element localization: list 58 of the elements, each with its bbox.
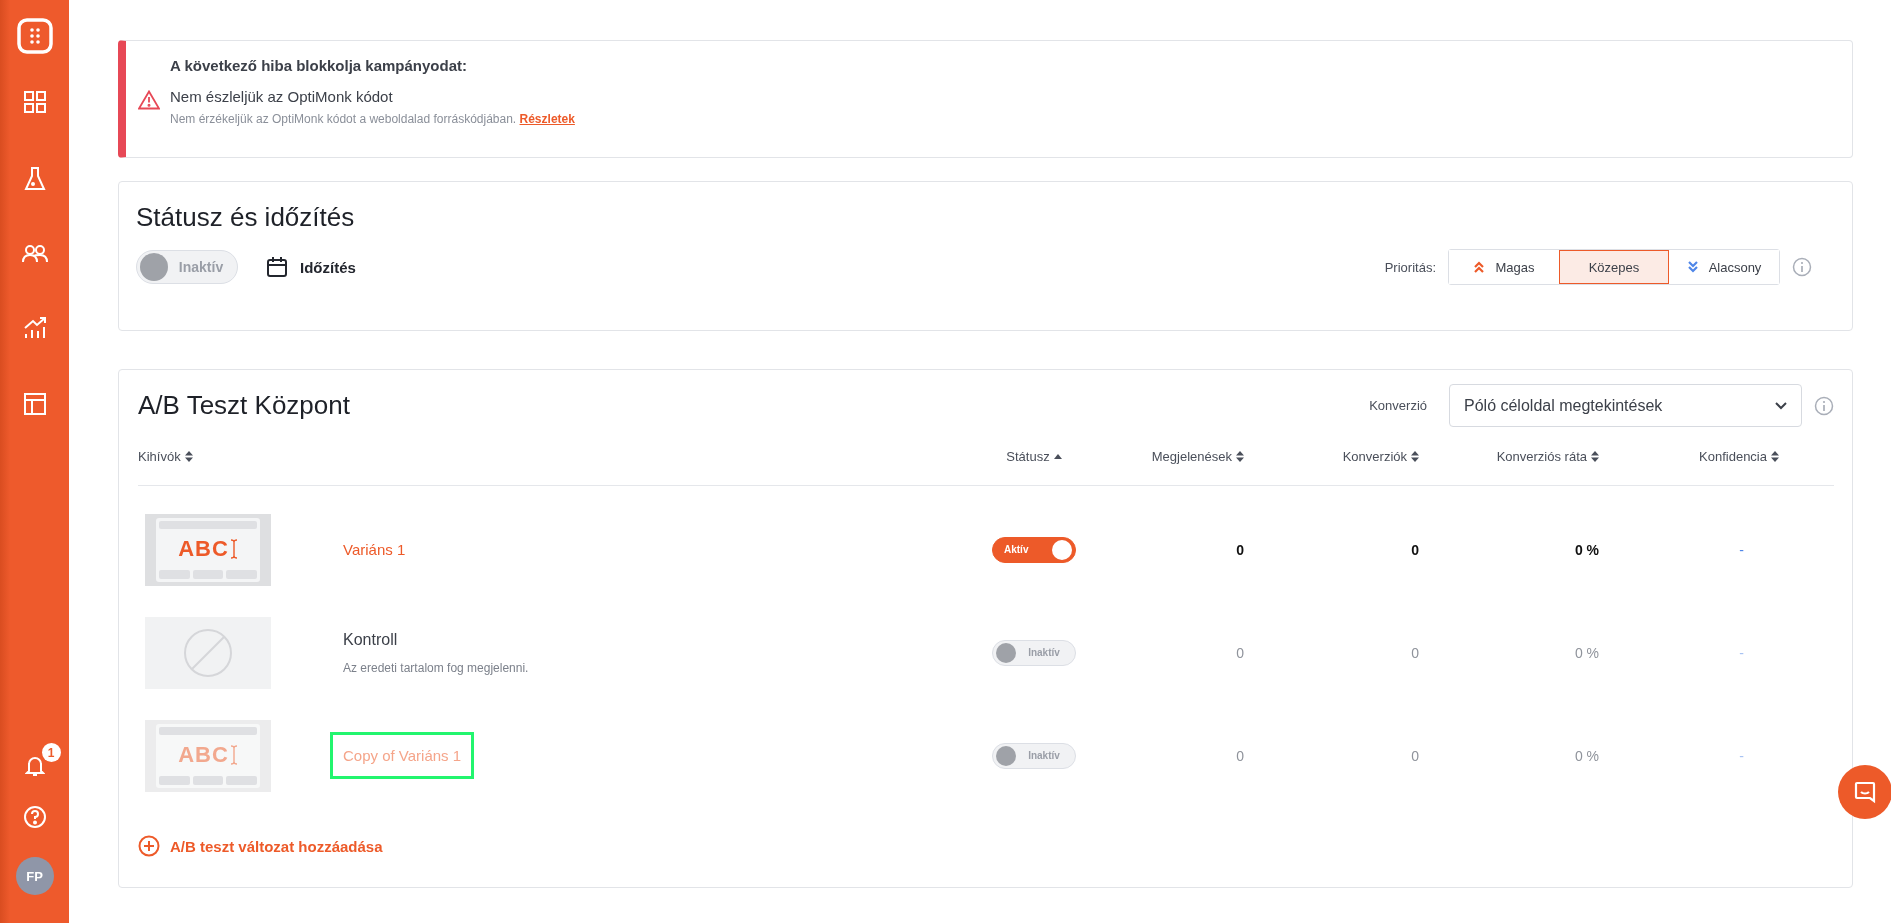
table-cell-text: 0 [1235, 541, 1245, 558]
column-header[interactable]: Konfidencia [1699, 448, 1767, 464]
conversion-label: Konverzió [1369, 398, 1427, 413]
variant-name[interactable]: Variáns 1 [330, 526, 419, 573]
bell-icon[interactable] [24, 755, 45, 777]
plus-circle-icon [138, 835, 160, 857]
thumbnail-text: ABC [178, 536, 229, 562]
chevrons-up-icon [1473, 260, 1486, 274]
column-header[interactable]: Kihívók [138, 448, 181, 464]
users-icon[interactable] [21, 244, 48, 264]
table-cell-text: 0 [1410, 747, 1420, 764]
text-cursor-icon [229, 745, 238, 765]
dashboard-icon[interactable] [22, 90, 47, 114]
flask-icon[interactable] [23, 166, 46, 192]
variant-description: Az eredeti tartalom fog megjelenni. [343, 660, 529, 675]
column-header[interactable]: Megjelenések [1151, 448, 1232, 464]
table-cell-text: - [1738, 644, 1745, 661]
section-title: Státusz és időzítés [136, 202, 356, 233]
table-cell-text: 0 [1235, 747, 1245, 764]
table-cell-text: 0 [1235, 644, 1245, 661]
info-icon[interactable] [1814, 395, 1834, 416]
chat-icon [1853, 780, 1877, 804]
table-cell-text: 0 % [1573, 541, 1600, 558]
info-icon[interactable] [1792, 257, 1812, 277]
table-cell-text: 0 [1410, 644, 1420, 661]
conversion-select[interactable]: Póló céloldal megtekintések [1449, 384, 1802, 427]
column-header[interactable]: Státusz [1006, 448, 1050, 464]
logo-icon[interactable] [16, 18, 53, 54]
placeholder-bar [159, 775, 190, 785]
table-cell-text: 0 % [1573, 644, 1600, 661]
priority-option[interactable]: Közepes [1559, 250, 1669, 284]
calendar-icon[interactable] [266, 256, 288, 278]
placeholder-bar [192, 775, 224, 785]
section-title: A/B Teszt Központ [138, 390, 350, 421]
chevron-down-icon [1775, 401, 1787, 410]
alert-title: A következő hiba blokkolja kampányodat: [170, 57, 469, 74]
variant-name: Kontroll [343, 630, 398, 649]
analytics-icon[interactable] [22, 316, 47, 340]
table-cell-text: - [1738, 541, 1745, 558]
warning-icon [138, 90, 160, 110]
help-icon[interactable] [22, 805, 47, 829]
chevrons-down-icon [1686, 260, 1699, 274]
text-cursor-icon [229, 539, 238, 559]
layout-icon[interactable] [22, 392, 47, 416]
column-header[interactable]: Konverziók [1342, 448, 1407, 464]
column-header[interactable]: Konverziós ráta [1496, 448, 1587, 464]
no-content-icon [183, 627, 233, 678]
table-cell-text: - [1738, 747, 1745, 764]
priority-label: Prioritás: [1384, 259, 1436, 275]
table-cell-text: 0 [1410, 541, 1420, 558]
alert-message: Nem észleljük az OptiMonk kódot [170, 88, 394, 105]
chat-button[interactable] [1838, 765, 1891, 819]
notification-badge: 1 [41, 743, 61, 762]
table-cell-text: 0 % [1573, 747, 1600, 764]
alert-detail: Nem érzékeljük az OptiMonk kódot a weboldalad forráskódjában. Részletek [170, 112, 575, 126]
thumbnail-text: ABC [178, 742, 229, 768]
placeholder-bar [226, 775, 257, 785]
schedule-label[interactable]: Időzítés [300, 258, 356, 276]
